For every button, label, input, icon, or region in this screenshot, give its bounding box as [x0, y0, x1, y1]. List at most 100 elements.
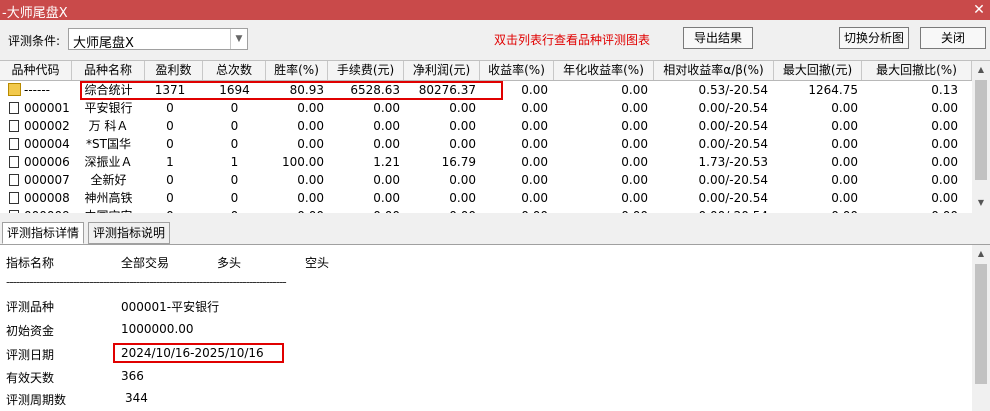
document-icon — [9, 210, 19, 213]
table-row[interactable]: 000004 *ST国华 0 0 0.00 0.00 0.00 0.00 0.00 0.00/-2… — [0, 135, 990, 153]
cell-profit: 16.79 — [441, 155, 476, 169]
col-header-win[interactable]: 盈利数 — [145, 61, 203, 80]
col-header-name[interactable]: 品种名称 — [72, 61, 145, 80]
col-header-drawdown[interactable]: 最大回撤(元) — [774, 61, 862, 80]
cell-rate: 0.00 — [297, 119, 324, 133]
col-header-alpha[interactable]: 相对收益率α/β(%) — [654, 61, 774, 80]
cell-ddr: 0.00 — [931, 101, 958, 115]
cell-profit: 0.00 — [449, 173, 476, 187]
cell-rate: 0.00 — [297, 191, 324, 205]
cell-win: 1 — [166, 155, 174, 169]
cell-alpha: 0.00/-20.54 — [654, 207, 768, 213]
cell-ret: 0.00 — [521, 191, 548, 205]
cell-rate: 0.00 — [297, 137, 324, 151]
scroll-up-icon[interactable]: ▲ — [973, 246, 989, 262]
cell-name: 平安银行 — [84, 101, 133, 115]
col-header-return[interactable]: 收益率(%) — [480, 61, 554, 80]
detail-header-name: 指标名称 — [6, 256, 55, 270]
cell-total: 0 — [230, 101, 239, 115]
detail-header-long: 多头 — [217, 256, 242, 270]
cell-dd: 0.00 — [774, 207, 858, 213]
cell-ddr: 0.00 — [931, 173, 958, 187]
document-icon — [9, 120, 19, 132]
detail-separator: ----------------------------------------… — [6, 275, 287, 289]
table-row[interactable]: 000009中国宝安000.000.000.000.000.000.00/-20… — [0, 207, 990, 213]
detail-scrollbar[interactable]: ▲ — [972, 245, 990, 411]
cell-win: 0 — [166, 191, 174, 205]
cell-code: 000002 — [24, 119, 70, 133]
table-row[interactable]: 000001 平安银行 0 0 0.00 0.00 0.00 0.00 0.00 0.00/-20… — [0, 99, 990, 117]
table-row[interactable]: 000008 神州高铁 0 0 0.00 0.00 0.00 0.00 0.00 0.00/-20… — [0, 189, 990, 207]
cell-annual: 0.00 — [621, 173, 648, 187]
cell-code: 000006 — [24, 155, 70, 169]
cell-dd: 0.00 — [831, 137, 858, 151]
col-header-fee[interactable]: 手续费(元) — [328, 61, 404, 80]
hint-text: 双击列表行查看品种评测图表 — [494, 33, 651, 47]
cell-win: 0 — [166, 101, 174, 115]
detail-panel: 指标名称 全部交易 多头 空头 ------------------------… — [0, 245, 972, 411]
detail-tabs: 评测指标详情 评测指标说明 — [0, 220, 990, 245]
cell-name: *ST国华 — [86, 137, 131, 151]
cell-alpha: 1.73/-20.53 — [698, 155, 768, 169]
cell-total: 0 — [230, 119, 239, 133]
cell-profit: 0.00 — [449, 101, 476, 115]
condition-select[interactable]: 大师尾盘X ▼ — [68, 28, 248, 51]
table-row[interactable]: 000006 深振业Ａ 1 1 100.00 1.21 16.79 0.00 0.00 1.73/… — [0, 153, 990, 171]
detail-header-all: 全部交易 — [121, 256, 170, 270]
scroll-up-icon[interactable]: ▲ — [973, 62, 989, 78]
cell-name: 万 科Ａ — [88, 119, 129, 133]
col-header-drawdown-ratio[interactable]: 最大回撤比(%) — [862, 61, 972, 80]
date-highlight-box — [113, 343, 284, 363]
cell-code: 000007 — [24, 173, 70, 187]
cell-ddr: 0.00 — [862, 207, 958, 213]
col-header-profit[interactable]: 净利润(元) — [404, 61, 480, 80]
cell-total: 0 — [230, 137, 239, 151]
tab-description[interactable]: 评测指标说明 — [88, 222, 171, 244]
results-table[interactable]: 品种代码 品种名称 盈利数 总次数 胜率(%) 手续费(元) 净利润(元) 收益… — [0, 60, 990, 213]
cell-name: 神州高铁 — [84, 191, 133, 205]
table-header: 品种代码 品种名称 盈利数 总次数 胜率(%) 手续费(元) 净利润(元) 收益… — [0, 61, 990, 81]
cell-alpha: 0.00/-20.54 — [698, 119, 768, 133]
scroll-thumb[interactable] — [975, 264, 987, 384]
cell-alpha: 0.53/-20.54 — [698, 83, 768, 97]
cell-ddr: 0.00 — [931, 191, 958, 205]
col-header-annual[interactable]: 年化收益率(%) — [554, 61, 654, 80]
document-icon — [9, 174, 19, 186]
cell-total: 1 — [230, 155, 239, 169]
col-header-code[interactable]: 品种代码 — [0, 61, 72, 80]
detail-label: 评测品种 — [6, 300, 55, 314]
col-header-total[interactable]: 总次数 — [203, 61, 266, 80]
switch-chart-button[interactable]: 切换分析图 — [839, 27, 909, 49]
cell-dd: 1264.75 — [808, 83, 858, 97]
cell-win: 0 — [166, 173, 174, 187]
cell-alpha: 0.00/-20.54 — [698, 173, 768, 187]
scroll-down-icon[interactable]: ▼ — [973, 195, 989, 211]
cell-name: 全新好 — [90, 173, 127, 187]
cell-dd: 0.00 — [831, 155, 858, 169]
tab-details[interactable]: 评测指标详情 — [2, 222, 85, 244]
cell-fee: 0.00 — [373, 173, 400, 187]
col-header-rate[interactable]: 胜率(%) — [266, 61, 328, 80]
cell-annual: 0.00 — [621, 101, 648, 115]
cell-rate: 0.00 — [297, 173, 324, 187]
cell-fee: 0.00 — [328, 207, 400, 213]
cell-win: 0 — [145, 207, 195, 213]
detail-label: 评测日期 — [6, 348, 55, 362]
table-row[interactable]: 000007 全新好 0 0 0.00 0.00 0.00 0.00 0.00 0.00/-20.… — [0, 171, 990, 189]
toolbar: 评测条件: 大师尾盘X ▼ 双击列表行查看品种评测图表 导出结果 切换分析图 关… — [0, 20, 990, 58]
table-row[interactable]: 000002 万 科Ａ 0 0 0.00 0.00 0.00 0.00 0.00 0.00/-20… — [0, 117, 990, 135]
cell-ret: 0.00 — [480, 207, 548, 213]
window-close-icon[interactable]: ✕ — [968, 0, 990, 20]
cell-profit: 0.00 — [404, 207, 476, 213]
close-button[interactable]: 关闭 — [920, 27, 986, 49]
scroll-thumb[interactable] — [975, 80, 987, 180]
cell-code: 000001 — [24, 101, 70, 115]
detail-label: 评测周期数 — [6, 393, 67, 407]
cell-ret: 0.00 — [521, 137, 548, 151]
cell-ret: 0.00 — [521, 119, 548, 133]
cell-ddr: 0.13 — [931, 83, 958, 97]
chevron-down-icon[interactable]: ▼ — [230, 29, 247, 49]
export-button[interactable]: 导出结果 — [683, 27, 753, 49]
cell-rate: 100.00 — [282, 155, 324, 169]
table-scrollbar[interactable]: ▲ ▼ — [972, 61, 990, 213]
